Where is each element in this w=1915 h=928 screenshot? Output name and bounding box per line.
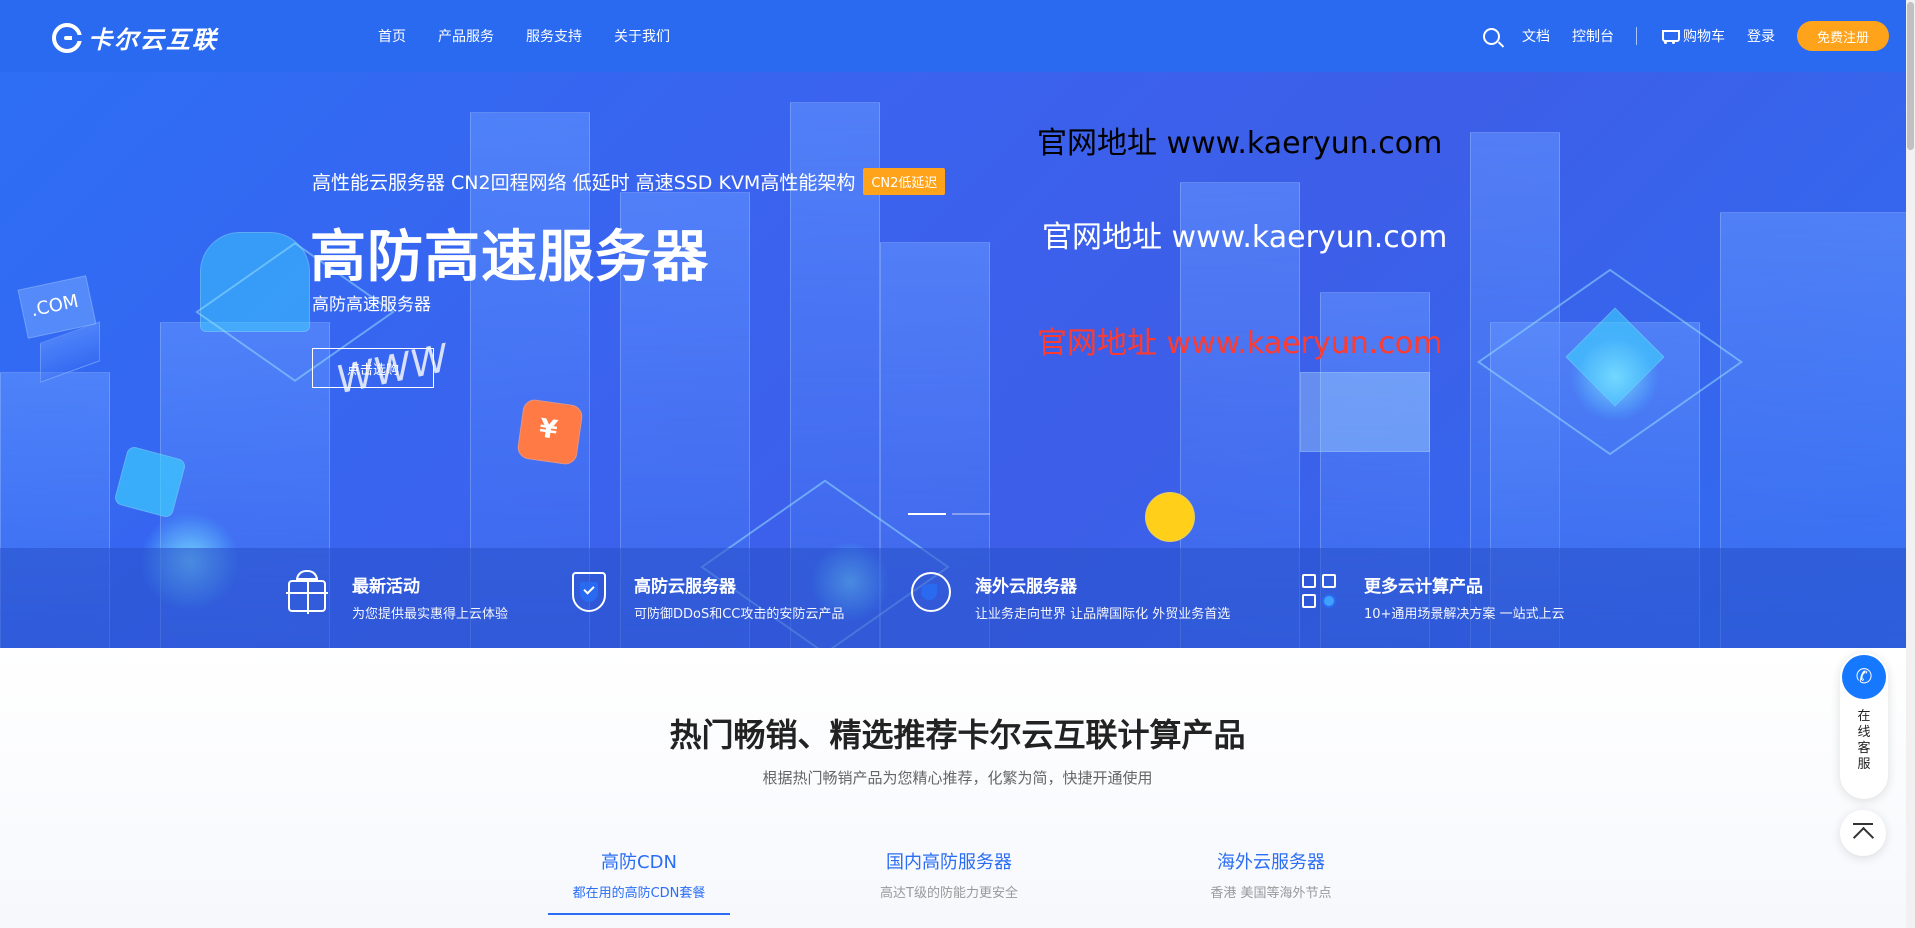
products-section: 热门畅销、精选推荐卡尔云互联计算产品 根据热门畅销产品为您精心推荐，化繁为简，快… bbox=[0, 648, 1915, 928]
top-header: 卡尔云互联 首页 产品服务 服务支持 关于我们 文档 控制台 购物车 登录 免费… bbox=[0, 0, 1915, 72]
feature-title: 高防云服务器 bbox=[634, 577, 736, 597]
globe-icon bbox=[909, 570, 953, 614]
site-watermark-red: 官网地址 www.kaeryun.com bbox=[1037, 326, 1443, 361]
search-icon bbox=[1482, 27, 1500, 45]
com-label: .COM bbox=[29, 290, 81, 322]
header-actions: 文档 控制台 购物车 登录 免费注册 bbox=[1461, 0, 1889, 72]
docs-link[interactable]: 文档 bbox=[1522, 26, 1550, 46]
login-link[interactable]: 登录 bbox=[1747, 26, 1775, 46]
header-divider bbox=[1635, 27, 1637, 45]
tab-desc: 都在用的高防CDN套餐 bbox=[572, 886, 706, 901]
main-nav: 首页 产品服务 服务支持 关于我们 bbox=[378, 0, 702, 72]
cart-label: 购物车 bbox=[1682, 29, 1725, 45]
feature-overseas-server[interactable]: 海外云服务器 让业务走向世界 让品牌国际化 外贸业务首选 bbox=[909, 570, 1230, 622]
cn2-badge: CN2低延迟 bbox=[863, 168, 946, 195]
tab-cdn[interactable]: 高防CDN 都在用的高防CDN套餐 bbox=[548, 848, 730, 915]
feature-desc: 让业务走向世界 让品牌国际化 外贸业务首选 bbox=[975, 607, 1231, 622]
phone-icon bbox=[1842, 655, 1886, 699]
carousel-indicators bbox=[908, 513, 996, 515]
feature-strip: 最新活动 为您提供最实惠得上云体验 高防云服务器 可防御DDoS和CC攻击的安防… bbox=[0, 548, 1915, 648]
search-button[interactable] bbox=[1482, 27, 1500, 45]
console-link[interactable]: 控制台 bbox=[1572, 26, 1614, 46]
nav-about[interactable]: 关于我们 bbox=[614, 26, 670, 46]
nav-home[interactable]: 首页 bbox=[378, 26, 406, 46]
feature-desc: 为您提供最实惠得上云体验 bbox=[352, 607, 509, 622]
feature-title: 海外云服务器 bbox=[975, 577, 1077, 597]
register-button[interactable]: 免费注册 bbox=[1796, 21, 1889, 51]
page-scrollbar[interactable] bbox=[1906, 0, 1915, 928]
cs-char: 服 bbox=[1857, 757, 1871, 772]
tab-domestic-ddos[interactable]: 国内高防服务器 高达T级的防能力更安全 bbox=[858, 848, 1040, 901]
gift-icon bbox=[286, 570, 330, 614]
carousel-dot-2[interactable] bbox=[952, 513, 990, 515]
feature-latest-activity[interactable]: 最新活动 为您提供最实惠得上云体验 bbox=[286, 570, 508, 622]
feature-title: 最新活动 bbox=[352, 577, 420, 597]
tab-active-indicator bbox=[548, 913, 730, 915]
cart-link[interactable]: 购物车 bbox=[1659, 26, 1725, 46]
tab-label: 国内高防服务器 bbox=[886, 852, 1012, 873]
cart-icon bbox=[1659, 28, 1680, 44]
feature-ddos-server[interactable]: 高防云服务器 可防御DDoS和CC攻击的安防云产品 bbox=[568, 570, 844, 622]
buy-now-button[interactable]: 点击选购 bbox=[312, 348, 434, 388]
hero-tagline-text: 高性能云服务器 CN2回程网络 低延时 高速SSD KVM高性能架构 bbox=[312, 172, 856, 194]
cs-char: 客 bbox=[1857, 741, 1871, 756]
online-service-button[interactable]: 在 线 客 服 bbox=[1840, 653, 1888, 799]
tab-overseas-cloud[interactable]: 海外云服务器 香港 美国等海外节点 bbox=[1180, 848, 1362, 901]
site-watermark-white: 官网地址 www.kaeryun.com bbox=[1042, 220, 1448, 255]
hero-tagline: 高性能云服务器 CN2回程网络 低延时 高速SSD KVM高性能架构 CN2低延… bbox=[312, 168, 946, 195]
logo[interactable]: 卡尔云互联 bbox=[52, 20, 218, 55]
logo-text: 卡尔云互联 bbox=[88, 26, 218, 54]
tab-label: 高防CDN bbox=[601, 852, 677, 873]
logo-icon bbox=[52, 22, 86, 53]
tab-desc: 香港 美国等海外节点 bbox=[1210, 886, 1332, 901]
tab-desc: 高达T级的防能力更安全 bbox=[880, 886, 1018, 901]
carousel-dot-1[interactable] bbox=[908, 513, 946, 515]
grid-icon bbox=[1298, 570, 1342, 614]
feature-more-products[interactable]: 更多云计算产品 10+通用场景解决方案 一站式上云 bbox=[1298, 570, 1565, 622]
tab-label: 海外云服务器 bbox=[1217, 852, 1325, 873]
hero-subtitle: 高防高速服务器 bbox=[312, 295, 431, 315]
yuan-label: ¥ bbox=[537, 413, 560, 446]
feature-title: 更多云计算产品 bbox=[1364, 577, 1483, 597]
scrollbar-thumb[interactable] bbox=[1907, 2, 1914, 150]
shield-icon bbox=[568, 570, 612, 614]
cs-char: 在 bbox=[1857, 709, 1871, 724]
section-subtitle: 根据热门畅销产品为您精心推荐，化繁为简，快捷开通使用 bbox=[762, 769, 1153, 787]
online-service-label: 在 线 客 服 bbox=[1840, 709, 1888, 773]
hero-title: 高防高速服务器 bbox=[310, 225, 709, 290]
site-watermark-black: 官网地址 www.kaeryun.com bbox=[1037, 126, 1443, 161]
section-title: 热门畅销、精选推荐卡尔云互联计算产品 bbox=[669, 716, 1246, 754]
nav-support[interactable]: 服务支持 bbox=[526, 26, 582, 46]
feature-desc: 10+通用场景解决方案 一站式上云 bbox=[1364, 607, 1565, 622]
back-to-top-button[interactable] bbox=[1840, 810, 1886, 856]
cs-char: 线 bbox=[1857, 725, 1871, 740]
feature-desc: 可防御DDoS和CC攻击的安防云产品 bbox=[634, 607, 845, 622]
nav-products[interactable]: 产品服务 bbox=[438, 26, 494, 46]
product-tabs: 高防CDN 都在用的高防CDN套餐 国内高防服务器 高达T级的防能力更安全 海外… bbox=[548, 848, 1348, 915]
